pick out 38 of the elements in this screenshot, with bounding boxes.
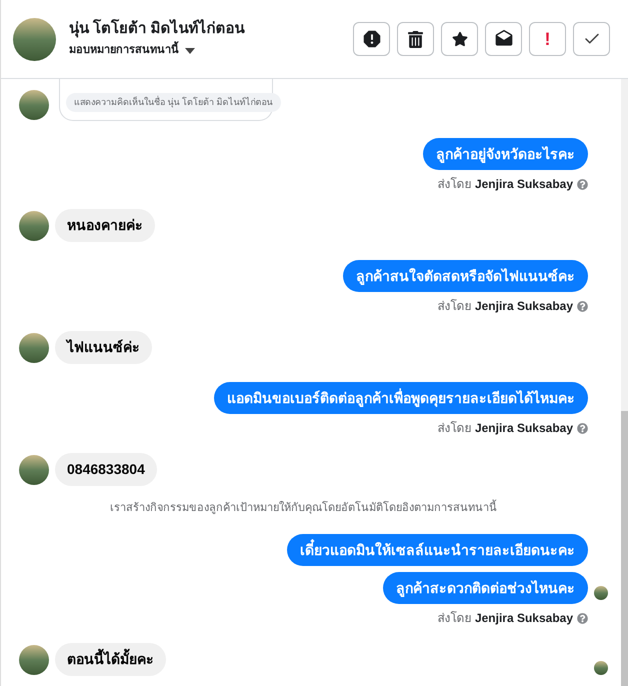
sent-by-label: ส่งโดย Jenjira Suksabay — [438, 420, 573, 437]
trash-icon — [408, 30, 423, 48]
contact-avatar — [19, 644, 49, 674]
help-icon — [577, 178, 588, 190]
caret-icon — [185, 48, 195, 54]
contact-avatar — [19, 454, 49, 484]
contact-avatar — [19, 210, 49, 240]
sent-by-label: ส่งโดย Jenjira Suksabay — [438, 298, 573, 315]
outgoing-message: ลูกค้าสนใจตัดสดหรือจัดไฟแนนซ์คะ — [343, 260, 588, 292]
help-icon — [577, 300, 588, 312]
contact-avatar — [19, 332, 49, 362]
comment-attribution: แสดงความคิดเห็นในชื่อ นุ่น โตโยต้า มิดไนท์ไก่ตอน — [66, 92, 281, 112]
star-icon — [452, 31, 468, 47]
help-icon — [577, 422, 588, 434]
incoming-message: ตอนนี้ได้มั้ยคะ — [55, 643, 166, 676]
toolbar-button[interactable]: ! — [529, 22, 566, 56]
contact-avatar — [19, 90, 49, 120]
sent-by-label: ส่งโดย Jenjira Suksabay — [438, 610, 573, 627]
system-notice: เราสร้างกิจกรรมของลูกค้าเป้าหมายให้กับคุณโดยอัตโนมัติโดยอิงตามการสนทนานี้ — [110, 500, 497, 516]
incoming-message: 0846833804 — [55, 453, 157, 486]
outgoing-message: ลูกค้าอยู่จังหวัดอะไรคะ — [423, 138, 588, 170]
assign-dropdown[interactable]: มอบหมายการสนทนานี้ — [69, 42, 244, 59]
toolbar-button[interactable] — [441, 22, 478, 56]
sent-by-label: ส่งโดย Jenjira Suksabay — [438, 176, 573, 193]
contact-avatar — [13, 18, 56, 60]
scrollbar[interactable] — [621, 79, 628, 686]
help-icon — [577, 612, 588, 624]
outgoing-message: เดี๋ยวแอดมินให้เซลล์แนะนำรายละเอียดนะคะ — [287, 534, 588, 566]
incoming-message: หนองคายค่ะ — [55, 209, 155, 242]
toolbar-button[interactable] — [353, 22, 390, 56]
seen-avatar — [594, 586, 608, 600]
outgoing-message: แอดมินขอเบอร์ติดต่อลูกค้าเพื่อพูดคุยรายละเอียดได้ไหมคะ — [214, 382, 588, 414]
seen-avatar — [594, 661, 608, 675]
toolbar-button[interactable] — [485, 22, 522, 56]
outgoing-message: ลูกค้าสะดวกติดต่อช่วงไหนคะ — [383, 572, 588, 604]
incoming-message: ไฟแนนซ์ค่ะ — [55, 331, 152, 364]
contact-name: นุ่น โตโยต้า มิดไนท์ไก่ตอน — [69, 19, 244, 40]
toolbar-button[interactable] — [397, 22, 434, 56]
